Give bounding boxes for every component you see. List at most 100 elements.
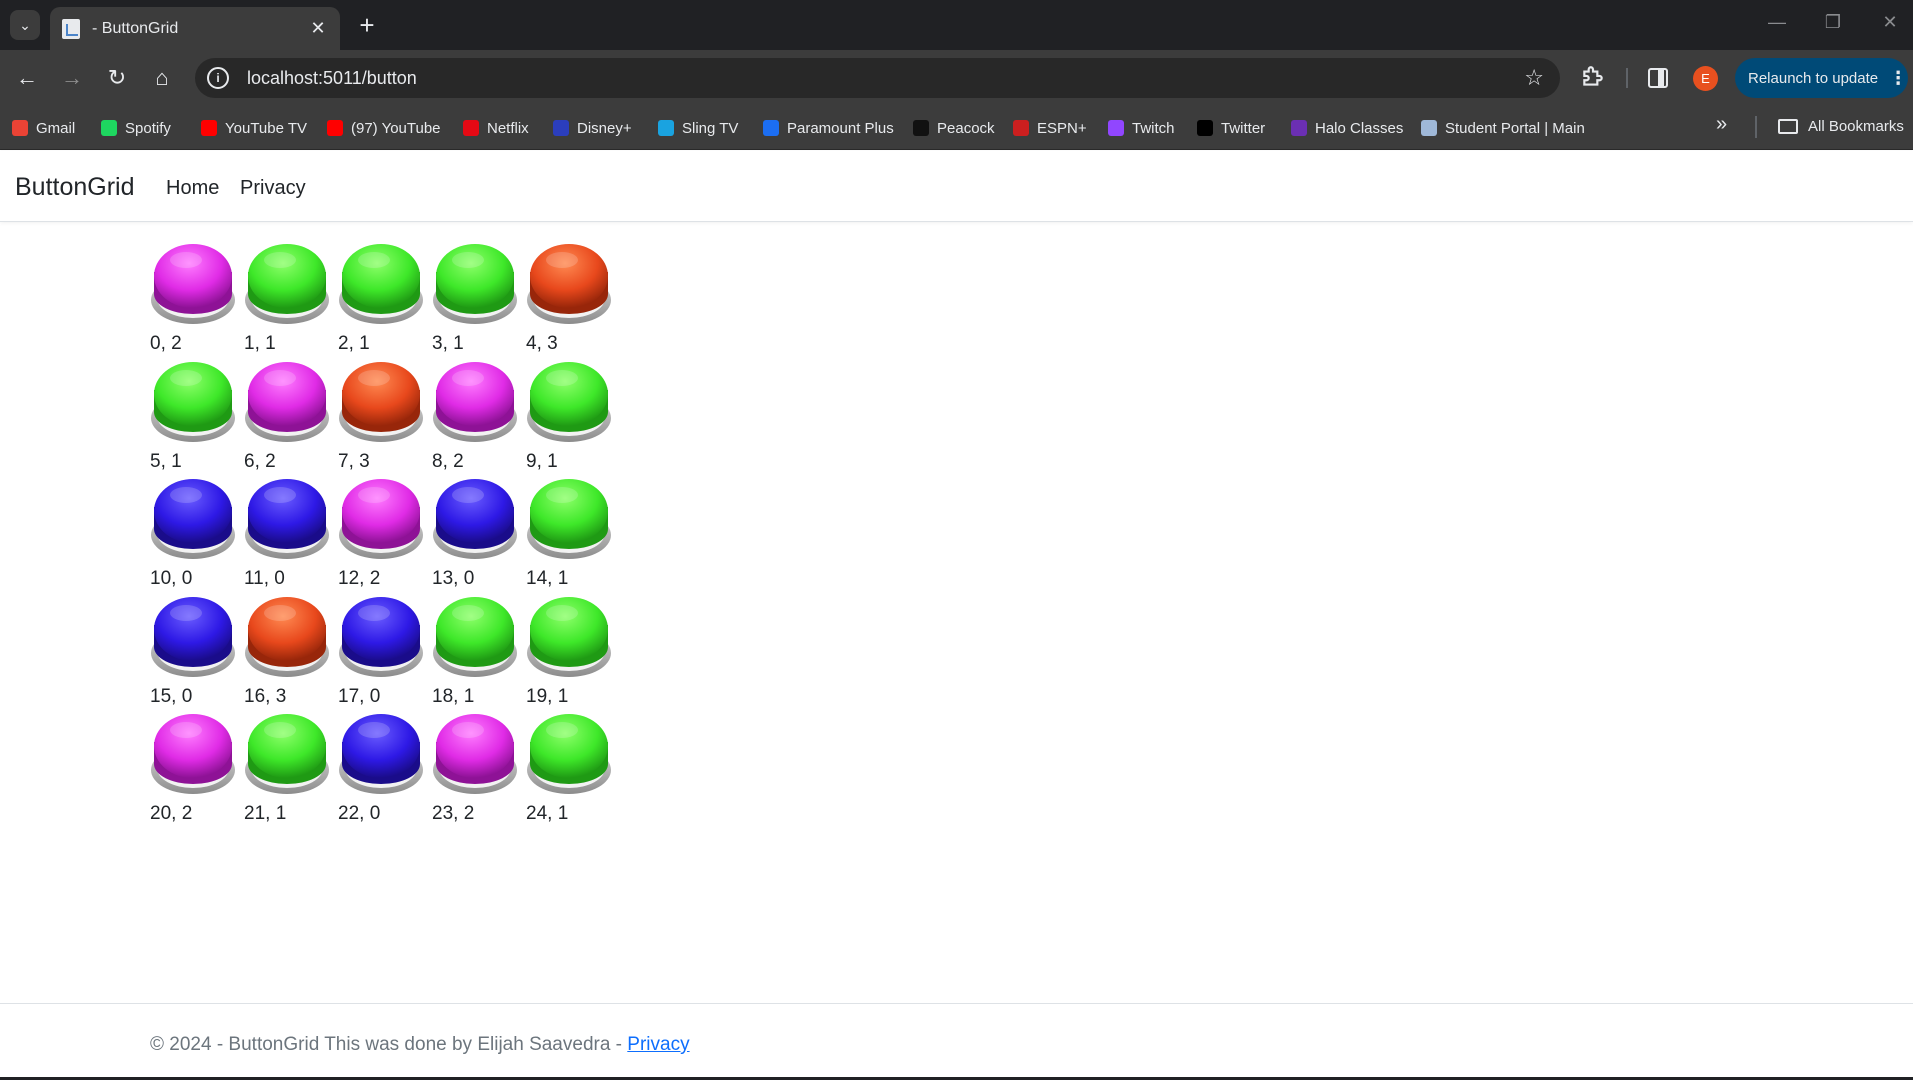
bookmark-item[interactable]: Disney+ <box>553 118 632 138</box>
new-tab-button[interactable]: + <box>352 10 382 40</box>
grid-cell: 16, 3 <box>244 595 338 713</box>
green-push-button[interactable] <box>526 477 612 562</box>
profile-avatar[interactable]: E <box>1693 66 1718 91</box>
reload-icon[interactable]: ↻ <box>101 62 133 94</box>
button-label: 23, 2 <box>432 803 475 824</box>
tab-search-button[interactable]: ⌄ <box>10 10 40 40</box>
menu-dots-icon: ⋮ <box>1889 67 1908 88</box>
blue-push-button[interactable] <box>244 477 330 562</box>
button-label: 13, 0 <box>432 568 475 589</box>
bookmark-item[interactable]: Gmail <box>12 118 75 138</box>
bookmark-item[interactable]: YouTube TV <box>201 118 307 138</box>
nav-home-link[interactable]: Home <box>166 177 219 200</box>
minimize-icon[interactable]: — <box>1762 12 1792 33</box>
extensions-puzzle-icon[interactable] <box>1580 64 1606 90</box>
bookmark-item[interactable]: Twitter <box>1197 118 1265 138</box>
magenta-push-button[interactable] <box>432 712 518 797</box>
green-push-button[interactable] <box>526 360 612 445</box>
orange-push-button[interactable] <box>244 595 330 680</box>
green-push-button[interactable] <box>526 595 612 680</box>
chevron-down-icon: ⌄ <box>19 16 31 33</box>
green-push-button[interactable] <box>338 242 424 327</box>
app-navbar: ButtonGrid Home Privacy <box>0 151 1913 222</box>
blue-push-button[interactable] <box>338 595 424 680</box>
grid-cell: 14, 1 <box>526 477 620 595</box>
forward-arrow-icon[interactable]: → <box>56 62 88 94</box>
bookmark-label: Spotify <box>125 119 171 137</box>
button-label: 14, 1 <box>526 568 569 589</box>
blue-push-button[interactable] <box>338 712 424 797</box>
bookmark-item[interactable]: Halo Classes <box>1291 118 1403 138</box>
blue-push-button[interactable] <box>150 595 236 680</box>
button-label: 9, 1 <box>526 450 558 472</box>
site-info-icon[interactable]: i <box>207 67 229 89</box>
bookmark-item[interactable]: Spotify <box>101 118 171 138</box>
window-close-icon[interactable]: ✕ <box>1875 12 1905 33</box>
home-icon[interactable]: ⌂ <box>146 62 178 94</box>
active-tab[interactable]: - ButtonGrid ✕ <box>50 7 340 50</box>
peacock-icon <box>913 120 929 136</box>
orange-push-button[interactable] <box>526 242 612 327</box>
button-label: 10, 0 <box>150 568 193 589</box>
bookmark-item[interactable]: Peacock <box>913 118 995 138</box>
grid-cell: 15, 0 <box>150 595 244 713</box>
blue-push-button[interactable] <box>432 477 518 562</box>
magenta-push-button[interactable] <box>338 477 424 562</box>
grid-cell: 22, 0 <box>338 712 432 830</box>
footer-text: © 2024 - ButtonGrid This was done by Eli… <box>150 1034 690 1056</box>
green-push-button[interactable] <box>244 242 330 327</box>
bookmark-item[interactable]: ESPN+ <box>1013 118 1087 138</box>
magenta-push-button[interactable] <box>244 360 330 445</box>
bookmark-label: Netflix <box>487 119 529 137</box>
green-push-button[interactable] <box>150 360 236 445</box>
nav-privacy-link[interactable]: Privacy <box>240 177 306 200</box>
button-label: 6, 2 <box>244 450 276 472</box>
bookmark-item[interactable]: Paramount Plus <box>763 118 894 138</box>
spotify-icon <box>101 120 117 136</box>
magenta-push-button[interactable] <box>432 360 518 445</box>
green-push-button[interactable] <box>526 712 612 797</box>
bookmark-label: Twitter <box>1221 119 1266 137</box>
button-label: 20, 2 <box>150 803 193 824</box>
brand-link[interactable]: ButtonGrid <box>15 173 135 202</box>
green-push-button[interactable] <box>244 712 330 797</box>
x-twitter-icon <box>1197 120 1213 136</box>
footer-privacy-link[interactable]: Privacy <box>627 1034 689 1055</box>
address-bar[interactable]: i localhost:5011/button ☆ <box>195 58 1560 98</box>
more-bookmarks-chevron-icon[interactable]: » <box>1716 113 1727 136</box>
bookmark-item[interactable]: (97) YouTube <box>327 118 441 138</box>
all-bookmarks-button[interactable]: All Bookmarks <box>1778 118 1904 135</box>
button-label: 2, 1 <box>338 333 370 354</box>
back-arrow-icon[interactable]: ← <box>11 62 43 94</box>
blue-push-button[interactable] <box>150 477 236 562</box>
restore-icon[interactable]: ❐ <box>1818 12 1848 33</box>
magenta-push-button[interactable] <box>150 712 236 797</box>
tab-title: - ButtonGrid <box>92 19 179 37</box>
orange-push-button[interactable] <box>338 360 424 445</box>
disney-plus-icon <box>553 120 569 136</box>
green-push-button[interactable] <box>432 242 518 327</box>
grid-cell: 13, 0 <box>432 477 526 595</box>
button-label: 0, 2 <box>150 333 182 354</box>
magenta-push-button[interactable] <box>150 242 236 327</box>
netflix-icon <box>463 120 479 136</box>
bookmark-star-icon[interactable]: ☆ <box>1524 65 1544 91</box>
all-bookmarks-label: All Bookmarks <box>1808 118 1904 135</box>
bookmarks-divider <box>1755 116 1757 138</box>
relaunch-to-update-button[interactable]: Relaunch to update ⋮ <box>1735 58 1908 98</box>
bookmark-item[interactable]: Twitch <box>1108 118 1175 138</box>
button-grid: 0, 2 1, 1 2, 1 3, 1 4, 3 5, 1 6, 2 7, 3 8, 2 9, 1… <box>150 242 620 830</box>
url-text[interactable]: localhost:5011/button <box>247 68 1524 89</box>
bookmark-label: Disney+ <box>577 119 632 137</box>
bookmark-item[interactable]: Student Portal | Main <box>1421 118 1585 138</box>
button-label: 8, 2 <box>432 450 464 472</box>
button-label: 22, 0 <box>338 803 381 824</box>
bookmark-item[interactable]: Netflix <box>463 118 529 138</box>
footer: © 2024 - ButtonGrid This was done by Eli… <box>0 1003 1913 1080</box>
bookmark-item[interactable]: Sling TV <box>658 118 738 138</box>
grid-cell: 24, 1 <box>526 712 620 830</box>
espn-icon <box>1013 120 1029 136</box>
close-tab-icon[interactable]: ✕ <box>308 18 328 39</box>
side-panel-icon[interactable] <box>1648 68 1668 88</box>
green-push-button[interactable] <box>432 595 518 680</box>
